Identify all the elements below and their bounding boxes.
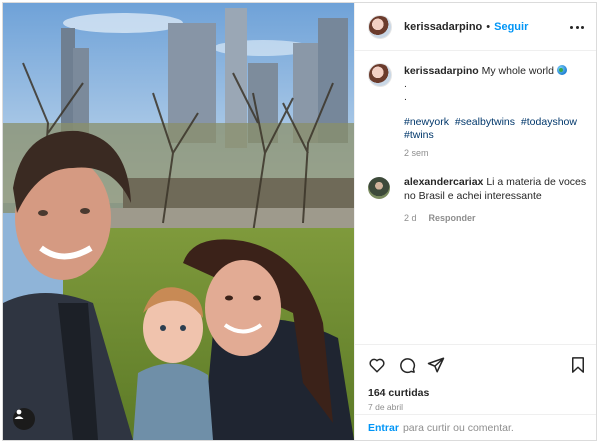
commenter-username[interactable]: alexandercariax: [404, 176, 483, 188]
comment-meta: 2 d Responder: [404, 211, 592, 225]
comment-icon[interactable]: [398, 356, 416, 374]
caption-hashtags: #newyork #sealbytwins #todayshow #twins: [404, 116, 594, 142]
commenter-avatar[interactable]: [368, 177, 390, 199]
heart-icon[interactable]: [368, 356, 386, 374]
author-avatar[interactable]: [368, 14, 392, 39]
caption-text: My whole world: [481, 65, 554, 77]
hashtag-link[interactable]: #todayshow: [521, 116, 577, 128]
post-photo[interactable]: [3, 3, 354, 440]
comments-area[interactable]: kerissadarpino My whole world . . #newyo…: [355, 51, 596, 344]
post-actions: 164 curtidas 7 de abril: [355, 344, 596, 414]
login-bar: Entrar para curtir ou comentar.: [355, 414, 596, 440]
hashtag-link[interactable]: #twins: [404, 129, 434, 141]
comment-time[interactable]: 2 d: [404, 211, 417, 225]
login-hint: para curtir ou comentar.: [402, 421, 514, 434]
caption-time[interactable]: 2 sem: [404, 147, 594, 160]
follow-button[interactable]: Seguir: [494, 21, 528, 33]
bookmark-icon[interactable]: [569, 356, 587, 374]
hashtag-link[interactable]: #sealbytwins: [455, 116, 515, 128]
author-username[interactable]: kerissadarpino: [404, 21, 482, 33]
post-dialog: kerissadarpino • Seguir kerissadarpino M…: [2, 2, 597, 441]
likes-count[interactable]: 164 curtidas: [368, 387, 429, 399]
caption-dot-line: .: [404, 91, 407, 103]
caption-avatar[interactable]: [368, 63, 392, 87]
more-options-icon[interactable]: [570, 20, 584, 34]
globe-emoji-icon: [556, 65, 567, 75]
caption-username[interactable]: kerissadarpino: [404, 65, 479, 77]
tagged-user-icon[interactable]: [13, 408, 35, 430]
login-link[interactable]: Entrar: [368, 422, 399, 434]
reply-button[interactable]: Responder: [429, 211, 476, 225]
caption-dot-line: .: [404, 78, 407, 90]
share-icon[interactable]: [427, 356, 445, 374]
header-separator: •: [486, 20, 491, 33]
caption-first-line: kerissadarpino My whole world: [404, 65, 594, 78]
photo-illustration: [3, 3, 354, 440]
post-date[interactable]: 7 de abril: [368, 402, 403, 412]
hashtag-link[interactable]: #newyork: [404, 116, 449, 128]
post-side-panel: kerissadarpino • Seguir kerissadarpino M…: [354, 3, 596, 440]
post-header: kerissadarpino • Seguir: [355, 3, 596, 51]
